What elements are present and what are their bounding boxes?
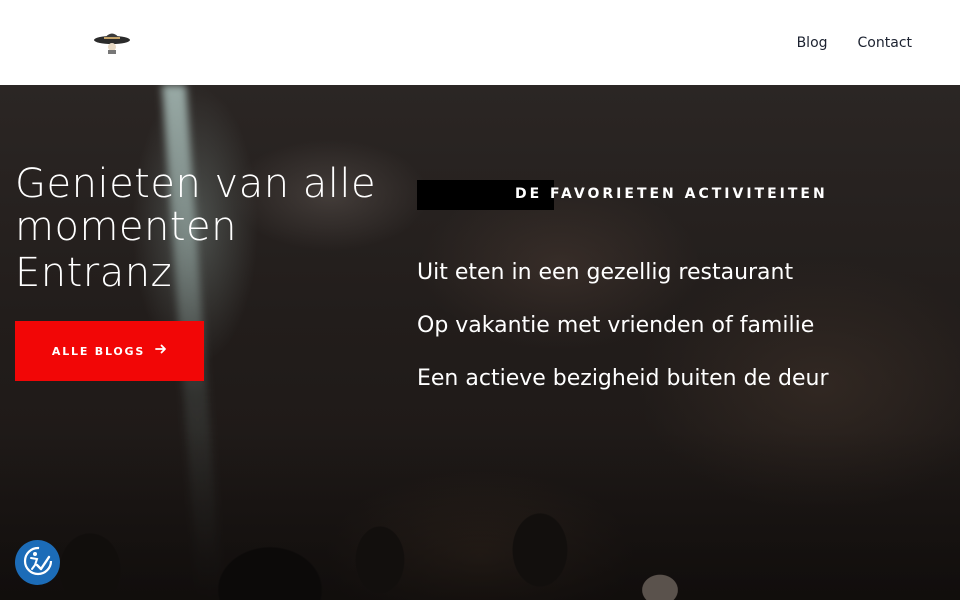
all-blogs-button[interactable]: ALLE BLOGS: [15, 321, 204, 381]
hero-title-line: Genieten van alle: [15, 161, 377, 207]
favorites-heading: DE FAVORIETEN ACTIVITEITEN: [515, 186, 828, 202]
nav-link-contact[interactable]: Contact: [858, 33, 912, 53]
accessibility-button[interactable]: [15, 540, 60, 585]
hero-title: Genieten van alle momenten Entranz: [15, 163, 395, 295]
activity-item: Op vakantie met vrienden of familie: [417, 313, 815, 338]
hero-section: Genieten van alle momenten Entranz ALLE …: [0, 85, 960, 600]
crowd-silhouettes: [0, 430, 960, 600]
sombrero-logo-icon[interactable]: [92, 26, 132, 56]
hero-brand-name: Entranz: [15, 250, 173, 296]
arrow-right-icon: [155, 343, 167, 359]
activities-list: Uit eten in een gezellig restaurant Op v…: [417, 257, 937, 416]
hero-title-line: momenten: [15, 204, 238, 250]
accessibility-check-icon: [22, 545, 54, 581]
site-header: Blog Contact: [0, 0, 960, 85]
main-nav: Blog Contact: [797, 33, 912, 53]
activity-item: Uit eten in een gezellig restaurant: [417, 260, 794, 285]
activity-item: Een actieve bezigheid buiten de deur: [417, 366, 829, 391]
all-blogs-label: ALLE BLOGS: [51, 344, 146, 358]
nav-link-blog[interactable]: Blog: [797, 33, 828, 53]
